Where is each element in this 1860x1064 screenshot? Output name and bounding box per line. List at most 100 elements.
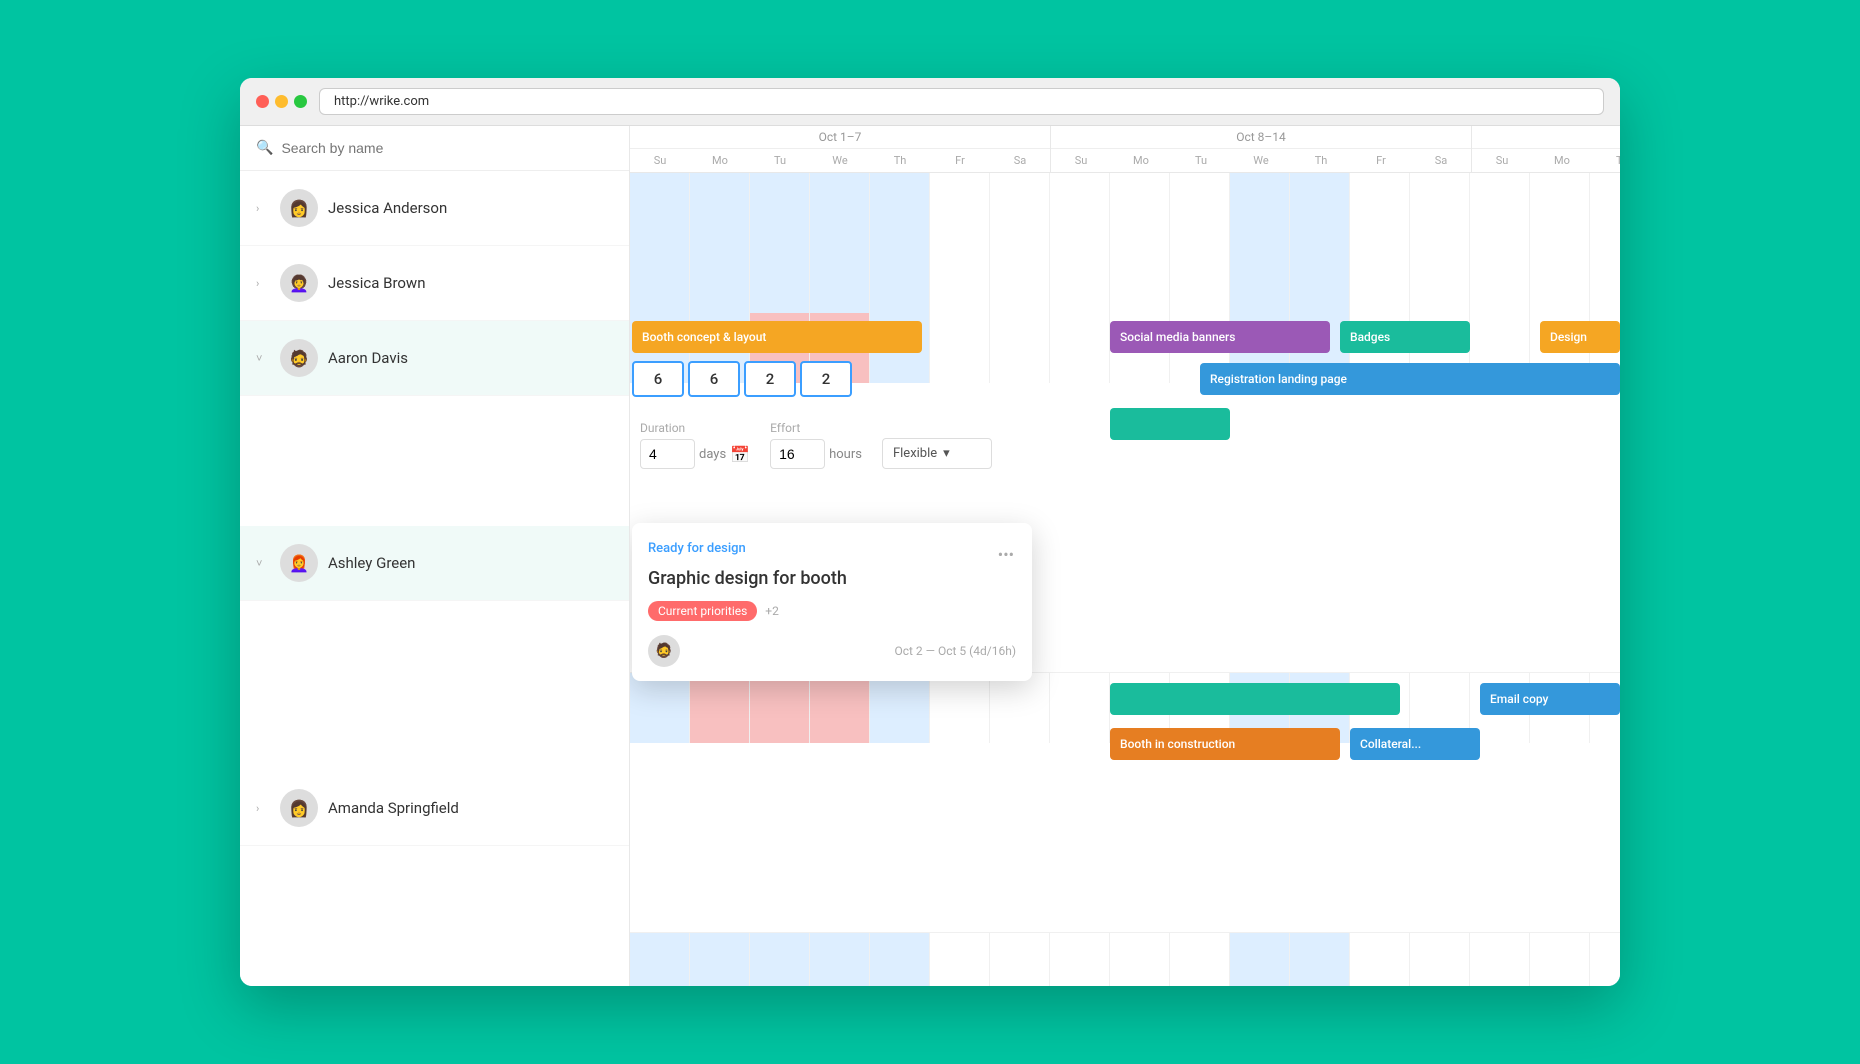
tag-more[interactable]: +2 xyxy=(765,604,779,618)
week-group-oct8: Oct 8–14 Su Mo Tu We Th Fr Sa xyxy=(1051,126,1472,172)
day-header: Tu xyxy=(750,149,810,172)
week-group-oct15: Su Mo Tu xyxy=(1472,126,1620,172)
traffic-lights xyxy=(256,95,307,108)
task-bar-collateral[interactable]: Collateral... xyxy=(1350,728,1480,760)
chevron-down-icon: ˅ xyxy=(256,352,270,365)
person-name: Amanda Springfield xyxy=(328,799,459,817)
duration-input-row: days 📅 xyxy=(640,439,750,469)
sidebar-item-jessica-brown[interactable]: › 👩‍🦱 Jessica Brown xyxy=(240,246,629,321)
calendar-area: Oct 1–7 Su Mo Tu We Th Fr Sa Oct 8–14 xyxy=(630,126,1620,986)
assignee-avatar: 🧔 xyxy=(648,635,680,667)
duration-group: Duration days 📅 xyxy=(640,421,750,469)
task-title: Graphic design for booth xyxy=(632,562,1032,595)
maximize-button[interactable] xyxy=(294,95,307,108)
avatar: 🧔 xyxy=(280,339,318,377)
calendar-icon: 📅 xyxy=(730,445,750,464)
sidebar-item-jessica-anderson[interactable]: › 👩 Jessica Anderson xyxy=(240,171,629,246)
day-header: Mo xyxy=(1111,149,1171,172)
task-bar-badges[interactable]: Badges xyxy=(1340,321,1470,353)
sidebar: 🔍 › 👩 Jessica Anderson › 👩‍🦱 Jessica Bro… xyxy=(240,126,630,986)
day-headers: Su Mo Tu We Th Fr Sa xyxy=(1051,149,1471,172)
task-tags: Current priorities +2 xyxy=(632,595,1032,627)
day-header: Th xyxy=(1291,149,1351,172)
task-status-section: Ready for design ••• xyxy=(632,523,1032,562)
task-bar-teal-short[interactable] xyxy=(1110,408,1230,440)
day-header: We xyxy=(810,149,870,172)
popup-container: Ready for design ••• Graphic design for … xyxy=(632,523,1032,681)
person-name: Ashley Green xyxy=(328,554,415,572)
day-header: Tu xyxy=(1592,149,1620,172)
tag-current-priorities[interactable]: Current priorities xyxy=(648,601,757,621)
search-icon: 🔍 xyxy=(256,140,273,156)
effort-input-row: hours xyxy=(770,439,862,469)
effort-group: Effort hours xyxy=(770,421,862,469)
browser-bar: http://wrike.com xyxy=(240,78,1620,126)
search-box: 🔍 xyxy=(240,126,629,171)
day-header: Mo xyxy=(1532,149,1592,172)
avatar: 👩 xyxy=(280,189,318,227)
close-button[interactable] xyxy=(256,95,269,108)
day-headers: Su Mo Tu xyxy=(1472,149,1620,172)
effort-unit: hours xyxy=(829,447,862,462)
day-headers: Su Mo Tu We Th Fr Sa xyxy=(630,149,1050,172)
task-bar-teal-long[interactable] xyxy=(1110,683,1400,715)
person-list: › 👩 Jessica Anderson › 👩‍🦱 Jessica Brown… xyxy=(240,171,629,986)
duration-unit: days xyxy=(699,447,726,462)
schedule-select[interactable]: Flexible ▾ xyxy=(882,438,992,469)
day-header: Fr xyxy=(1351,149,1411,172)
minimize-button[interactable] xyxy=(275,95,288,108)
app-content: 🔍 › 👩 Jessica Anderson › 👩‍🦱 Jessica Bro… xyxy=(240,126,1620,986)
avatar: 👩‍🦰 xyxy=(280,544,318,582)
chevron-right-icon: › xyxy=(256,802,270,815)
day-input-1[interactable]: 6 xyxy=(632,361,684,397)
task-footer: 🧔 Oct 2 — Oct 5 (4d/16h) xyxy=(632,627,1032,681)
sidebar-item-aaron-davis[interactable]: ˅ 🧔 Aaron Davis xyxy=(240,321,629,396)
task-bar-design[interactable]: Design xyxy=(1540,321,1620,353)
chevron-right-icon: › xyxy=(256,277,270,290)
task-date-range: Oct 2 — Oct 5 (4d/16h) xyxy=(894,644,1016,658)
duration-effort-section: Duration days 📅 Effort hours xyxy=(632,413,1000,477)
popup-card: Ready for design ••• Graphic design for … xyxy=(632,523,1032,681)
day-input-4[interactable]: 2 xyxy=(800,361,852,397)
day-header: Sa xyxy=(1411,149,1471,172)
search-input[interactable] xyxy=(281,140,613,156)
person-name: Jessica Brown xyxy=(328,274,426,292)
day-header: We xyxy=(1231,149,1291,172)
week-label: Oct 1–7 xyxy=(630,126,1050,149)
url-bar[interactable]: http://wrike.com xyxy=(319,88,1604,115)
task-bar-booth-construction[interactable]: Booth in construction xyxy=(1110,728,1340,760)
day-header: Su xyxy=(1051,149,1111,172)
duration-label: Duration xyxy=(640,421,750,435)
schedule-value: Flexible xyxy=(893,446,937,461)
task-bar-registration[interactable]: Registration landing page xyxy=(1200,363,1620,395)
week-group-oct1: Oct 1–7 Su Mo Tu We Th Fr Sa xyxy=(630,126,1051,172)
day-header: Sa xyxy=(990,149,1050,172)
more-options-button[interactable]: ••• xyxy=(990,541,1022,568)
effort-input[interactable] xyxy=(770,439,825,469)
day-header: Tu xyxy=(1171,149,1231,172)
day-inputs: 6 6 2 2 xyxy=(632,361,852,397)
effort-label: Effort xyxy=(770,421,862,435)
sidebar-item-amanda-springfield[interactable]: › 👩 Amanda Springfield xyxy=(240,771,629,846)
person-name: Jessica Anderson xyxy=(328,199,447,217)
day-header: Su xyxy=(630,149,690,172)
sidebar-item-ashley-green[interactable]: ˅ 👩‍🦰 Ashley Green xyxy=(240,526,629,601)
day-input-3[interactable]: 2 xyxy=(744,361,796,397)
task-bar-social-media[interactable]: Social media banners xyxy=(1110,321,1330,353)
dropdown-icon: ▾ xyxy=(943,446,950,461)
week-label: Oct 8–14 xyxy=(1051,126,1471,149)
calendar-header: Oct 1–7 Su Mo Tu We Th Fr Sa Oct 8–14 xyxy=(630,126,1620,173)
avatar: 👩‍🦱 xyxy=(280,264,318,302)
day-header: Th xyxy=(870,149,930,172)
week-label xyxy=(1472,126,1620,149)
avatar: 👩 xyxy=(280,789,318,827)
task-status-label[interactable]: Ready for design xyxy=(648,541,746,556)
day-header: Su xyxy=(1472,149,1532,172)
task-bar-booth-concept[interactable]: Booth concept & layout xyxy=(632,321,922,353)
day-input-2[interactable]: 6 xyxy=(688,361,740,397)
task-bar-email-copy[interactable]: Email copy xyxy=(1480,683,1620,715)
day-header: Mo xyxy=(690,149,750,172)
duration-input[interactable] xyxy=(640,439,695,469)
person-name: Aaron Davis xyxy=(328,349,408,367)
chevron-down-icon: ˅ xyxy=(256,557,270,570)
